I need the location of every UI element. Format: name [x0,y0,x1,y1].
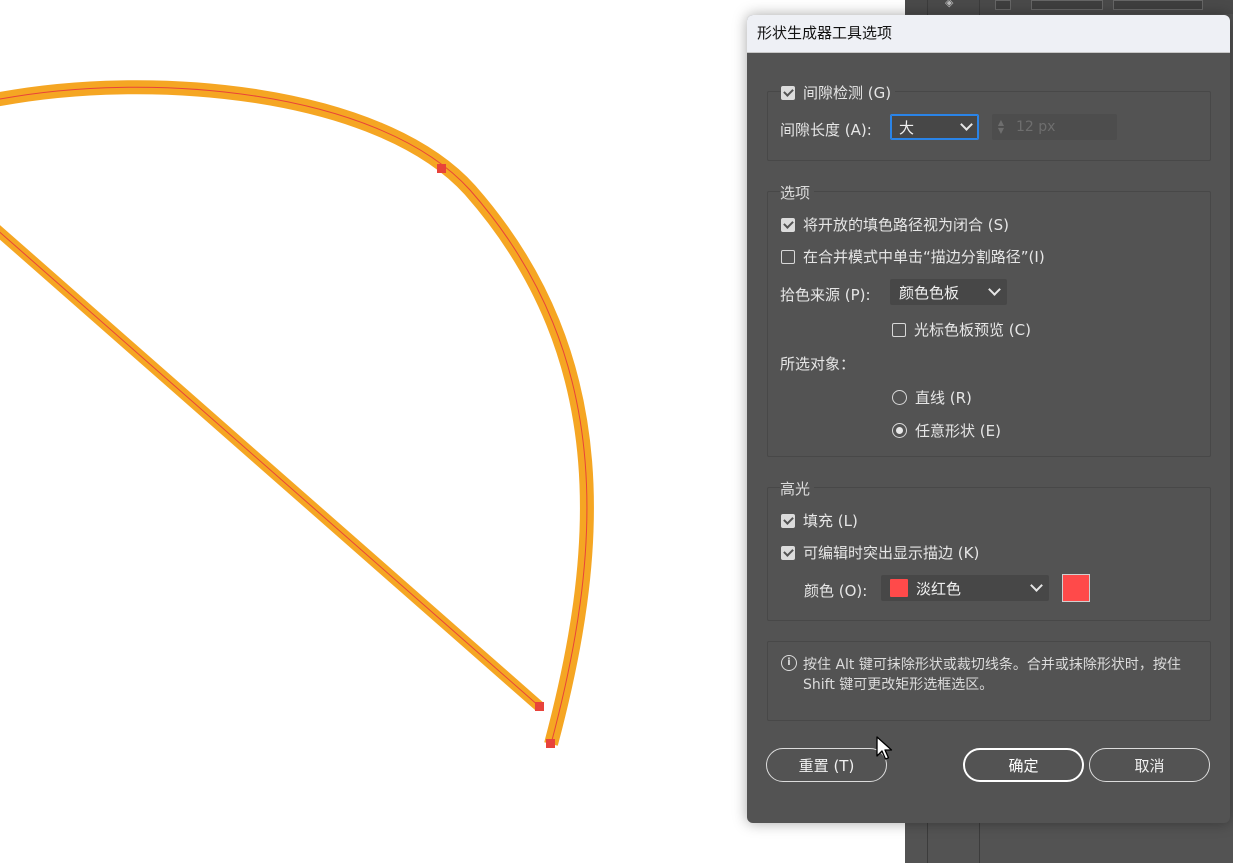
highlight-color-select[interactable]: 淡红色 [881,575,1049,601]
info-row: i 按住 Alt 键可抹除形状或裁切线条。合并或抹除形状时，按住 Shift 键… [781,655,1183,695]
gap-detection-label: 间隙检测 (G) [803,84,892,102]
click-stroke-split-label: 在合并模式中单击“描边分割路径”(I) [803,248,1045,266]
cursor-swatch-preview-label: 光标色板预览 (C) [914,321,1031,339]
highlight-heading: 高光 [780,478,815,499]
pick-color-label: 拾色来源 (P): [780,286,871,304]
gap-length-label: 间隙长度 (A): [780,121,872,139]
gap-detection-checkbox[interactable] [781,85,795,100]
straight-line-radio[interactable] [892,390,907,405]
highlight-color-value: 淡红色 [916,579,962,598]
pick-color-select[interactable]: 颜色色板 [890,279,1007,305]
panel-control [1031,0,1103,10]
gap-length-px-value: 12 px [1016,119,1056,135]
cursor-swatch-preview-checkbox[interactable] [892,322,906,337]
cancel-button[interactable]: 取消 [1089,748,1210,782]
layer-icon: ◈ [945,0,954,9]
highlight-stroke-checkbox[interactable] [781,545,795,560]
dialog-title: 形状生成器工具选项 [747,15,1230,53]
chevron-down-icon [988,283,1001,296]
selection-label: 所选对象： [780,355,856,373]
gap-detection-checkbox-row[interactable]: 间隙检测 (G) [781,82,896,103]
highlight-color-swatch-button[interactable] [1062,574,1090,602]
straight-line-label: 直线 (R) [915,389,972,407]
arc-path-stroke[interactable] [0,80,594,746]
straight-line-radio-row[interactable]: 直线 (R) [892,387,972,408]
gap-length-value: 大 [899,118,915,137]
anchor-point[interactable] [546,739,555,748]
chevron-down-icon [960,118,973,131]
freeform-radio-row[interactable]: 任意形状 (E) [892,420,1001,441]
fill-row[interactable]: 填充 (L) [781,510,858,531]
arc-path-center [0,86,588,745]
fill-label: 填充 (L) [803,512,858,530]
info-text: 按住 Alt 键可抹除形状或裁切线条。合并或抹除形状时，按住 Shift 键可更… [803,657,1181,693]
freeform-label: 任意形状 (E) [915,422,1001,440]
anchor-point[interactable] [437,164,446,173]
highlight-stroke-row[interactable]: 可编辑时突出显示描边 (K) [781,542,979,563]
color-label: 颜色 (O): [804,582,868,600]
cursor-swatch-preview-row[interactable]: 光标色板预览 (C) [892,319,1031,340]
gap-length-px-input: ▲ ▼ 12 px [992,114,1117,140]
treat-open-paths-row[interactable]: 将开放的填色路径视为闭合 (S) [781,214,1009,235]
click-stroke-split-checkbox[interactable] [781,249,795,264]
treat-open-paths-label: 将开放的填色路径视为闭合 (S) [803,216,1009,234]
stepper-icon: ▲ ▼ [997,118,1005,135]
pick-color-value: 颜色色板 [899,283,960,302]
highlight-stroke-label: 可编辑时突出显示描边 (K) [803,544,980,562]
gap-length-select[interactable]: 大 [890,114,979,140]
reset-button[interactable]: 重置 (T) [766,748,887,782]
info-icon: i [781,655,797,671]
freeform-radio[interactable] [892,423,907,438]
click-stroke-split-row[interactable]: 在合并模式中单击“描边分割路径”(I) [781,246,1045,267]
panel-control [1113,0,1203,10]
mouse-cursor-icon [876,736,893,760]
anchor-point[interactable] [535,702,544,711]
chevron-down-icon [1030,579,1043,592]
treat-open-paths-checkbox[interactable] [781,217,795,232]
ok-button[interactable]: 确定 [963,748,1084,782]
shape-builder-options-dialog: 形状生成器工具选项 间隙检测 (G) 间隙长度 (A): 大 ▲ ▼ 12 px … [747,15,1230,823]
options-heading: 选项 [780,182,815,203]
fill-checkbox[interactable] [781,513,795,528]
panel-control [995,0,1011,10]
color-swatch-small [890,579,908,597]
